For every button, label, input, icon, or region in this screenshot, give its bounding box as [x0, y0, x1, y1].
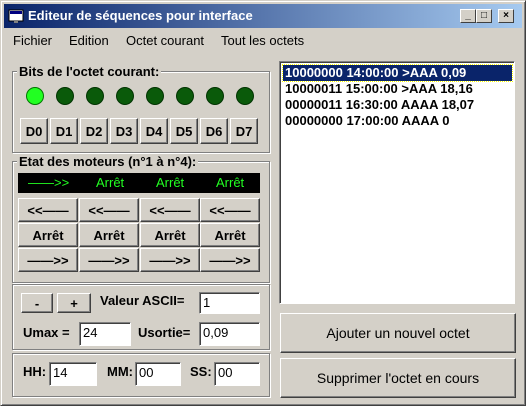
main-window: Editeur de séquences pour interface _ □ …: [0, 0, 526, 406]
usortie-label: Usortie=: [138, 325, 191, 340]
motor-4-status: Arrêt: [216, 175, 245, 190]
bit-button-d4[interactable]: D4: [140, 118, 168, 144]
ascii-value-label: Valeur ASCII=: [100, 293, 185, 308]
motor-1-forward-button[interactable]: ——>>: [18, 248, 78, 272]
sequence-list-item[interactable]: 00000000 17:00:00 AAAA 0: [283, 113, 512, 129]
window-title: Editeur de séquences pour interface: [28, 8, 253, 23]
bit-button-d6[interactable]: D6: [200, 118, 228, 144]
bit-led-6: [206, 87, 224, 105]
motor-1-backward-button[interactable]: <<——: [18, 198, 78, 222]
menu-edition[interactable]: Edition: [69, 33, 109, 48]
bit-button-d3[interactable]: D3: [110, 118, 138, 144]
motor-3-status: Arrêt: [156, 175, 185, 190]
ascii-value-field[interactable]: 1: [199, 292, 260, 314]
title-bar[interactable]: Editeur de séquences pour interface _ □ …: [4, 4, 522, 28]
bit-led-3: [116, 87, 134, 105]
ss-label: SS:: [190, 364, 212, 379]
add-byte-button[interactable]: Ajouter un nouvel octet: [280, 313, 516, 353]
motor-3-backward-button[interactable]: <<——: [140, 198, 200, 222]
bit-led-0: [26, 87, 44, 105]
motors-legend: Etat des moteurs (n°1 à n°4):: [17, 154, 199, 169]
motor-4-stop-button[interactable]: Arrêt: [200, 223, 260, 247]
bit-led-2: [86, 87, 104, 105]
bit-button-d2[interactable]: D2: [80, 118, 108, 144]
motor-2-forward-button[interactable]: ——>>: [79, 248, 139, 272]
motor-1-stop-button[interactable]: Arrêt: [18, 223, 78, 247]
bits-legend: Bits de l'octet courant:: [17, 64, 162, 79]
maximize-icon: □: [480, 10, 488, 21]
close-button[interactable]: ×: [498, 9, 514, 23]
menu-fichier[interactable]: Fichier: [13, 33, 52, 48]
bit-led-7: [236, 87, 254, 105]
bit-led-1: [56, 87, 74, 105]
ss-field[interactable]: 00: [214, 362, 260, 386]
mm-field[interactable]: 00: [135, 362, 181, 386]
sequence-list-item[interactable]: 00000011 16:30:00 AAAA 18,07: [283, 97, 512, 113]
motor-2-stop-button[interactable]: Arrêt: [79, 223, 139, 247]
minimize-button[interactable]: _: [460, 9, 476, 23]
umax-label: Umax =: [23, 325, 70, 340]
menu-tout-les-octets[interactable]: Tout les octets: [221, 33, 304, 48]
bit-button-d5[interactable]: D5: [170, 118, 198, 144]
motor-2-status: Arrêt: [96, 175, 125, 190]
maximize-button[interactable]: □: [476, 9, 492, 23]
bit-button-d0[interactable]: D0: [20, 118, 48, 144]
bit-button-d1[interactable]: D1: [50, 118, 78, 144]
increment-button[interactable]: +: [57, 293, 91, 313]
usortie-field[interactable]: 0,09: [199, 322, 260, 346]
bit-led-5: [176, 87, 194, 105]
motor-4-forward-button[interactable]: ——>>: [200, 248, 260, 272]
sequence-list[interactable]: 10000000 14:00:00 >AAA 0,09 10000011 15:…: [279, 61, 515, 304]
bit-button-d7[interactable]: D7: [230, 118, 258, 144]
motor-3-stop-button[interactable]: Arrêt: [140, 223, 200, 247]
menu-octet-courant[interactable]: Octet courant: [126, 33, 204, 48]
motor-3-forward-button[interactable]: ——>>: [140, 248, 200, 272]
sequence-list-item[interactable]: 10000000 14:00:00 >AAA 0,09: [282, 64, 513, 82]
minimize-icon: _: [465, 10, 471, 21]
delete-byte-button[interactable]: Supprimer l'octet en cours: [280, 358, 516, 398]
bit-led-4: [146, 87, 164, 105]
hh-field[interactable]: 14: [49, 362, 97, 386]
motor-2-backward-button[interactable]: <<——: [79, 198, 139, 222]
umax-field[interactable]: 24: [79, 322, 131, 346]
motor-status-bar: ——>> Arrêt Arrêt Arrêt: [18, 173, 260, 193]
app-icon: [8, 9, 24, 23]
motor-1-status: ——>>: [28, 175, 70, 190]
close-icon: ×: [503, 10, 509, 21]
motor-4-backward-button[interactable]: <<——: [200, 198, 260, 222]
mm-label: MM:: [107, 364, 133, 379]
menu-bar: Fichier Edition Octet courant Tout les o…: [4, 30, 522, 50]
sequence-list-item[interactable]: 10000011 15:00:00 >AAA 18,16: [283, 81, 512, 97]
hh-label: HH:: [23, 364, 47, 379]
decrement-button[interactable]: -: [21, 293, 53, 313]
